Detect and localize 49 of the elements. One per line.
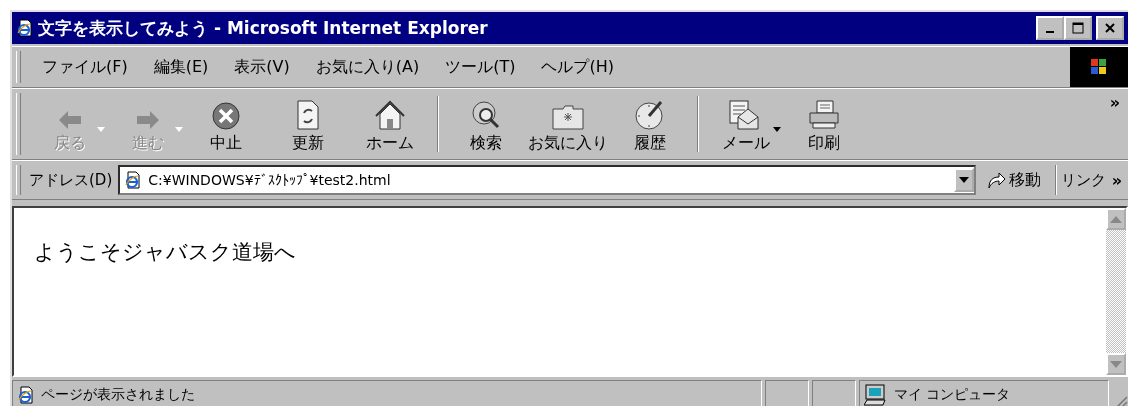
home-icon (374, 99, 406, 131)
close-icon (1104, 22, 1116, 34)
toolbar-button[interactable]: ホーム (349, 92, 431, 156)
curved-arrow-icon (985, 171, 1006, 189)
address-field[interactable]: C:¥WINDOWS¥ﾃﾞｽｸﾄｯﾌﾟ¥test2.html (118, 165, 976, 195)
menu-item[interactable]: 編集(E) (140, 56, 222, 78)
clock-icon (634, 99, 666, 131)
menu-item[interactable]: 表示(V) (221, 56, 303, 78)
menu-item[interactable]: ファイル(F) (29, 56, 141, 78)
minimize-icon (1046, 31, 1054, 33)
status-panel (812, 380, 856, 406)
menu-item[interactable]: ツール(T) (432, 56, 529, 78)
printer-icon (807, 99, 841, 131)
close-button[interactable] (1096, 16, 1124, 40)
minimize-button[interactable] (1036, 16, 1064, 40)
scrollbar[interactable] (1106, 208, 1126, 375)
windows-logo (1070, 47, 1128, 87)
links-button[interactable]: リンク (1060, 170, 1106, 190)
stop-icon (211, 101, 241, 131)
menu-item[interactable]: ヘルプ(H) (528, 56, 627, 78)
up-arrow-icon (1110, 215, 1122, 223)
page-text: ようこそジャバスク道場へ (34, 240, 296, 264)
window-title: 文字を表示してみよう - Microsoft Internet Explorer (38, 16, 489, 40)
status-text: ページが表示されました (41, 386, 195, 404)
maximize-icon (1072, 22, 1084, 34)
more-button[interactable]: » (1105, 170, 1128, 190)
menu-item[interactable]: お気に入り(A) (302, 56, 433, 78)
down-arrow-icon (1110, 360, 1122, 368)
folder-icon (551, 103, 585, 131)
right-arrow-icon (135, 109, 161, 131)
address-label: アドレス(D) (29, 170, 113, 190)
maximize-button[interactable] (1064, 16, 1092, 40)
refresh-icon (296, 99, 320, 131)
page-icon (124, 171, 143, 189)
dropdown-button[interactable] (953, 168, 974, 192)
status-panel (765, 380, 809, 406)
go-button[interactable]: 移動 (975, 169, 1051, 191)
caret-icon (958, 177, 969, 183)
toolbar-button[interactable]: 更新 (267, 92, 349, 156)
left-arrow-icon (57, 109, 83, 131)
toolbar-button[interactable]: お気に入り (527, 92, 609, 156)
toolbar-button[interactable]: 検索 (445, 92, 527, 156)
search-icon (470, 99, 502, 131)
page-icon (17, 386, 35, 404)
more-button[interactable]: » (1101, 89, 1128, 116)
dropdown-arrow-icon[interactable] (773, 126, 781, 132)
browser-icon (16, 19, 34, 37)
toolbar-button[interactable]: 履歴 (609, 92, 691, 156)
zone-text: マイ コンピュータ (894, 386, 1011, 404)
